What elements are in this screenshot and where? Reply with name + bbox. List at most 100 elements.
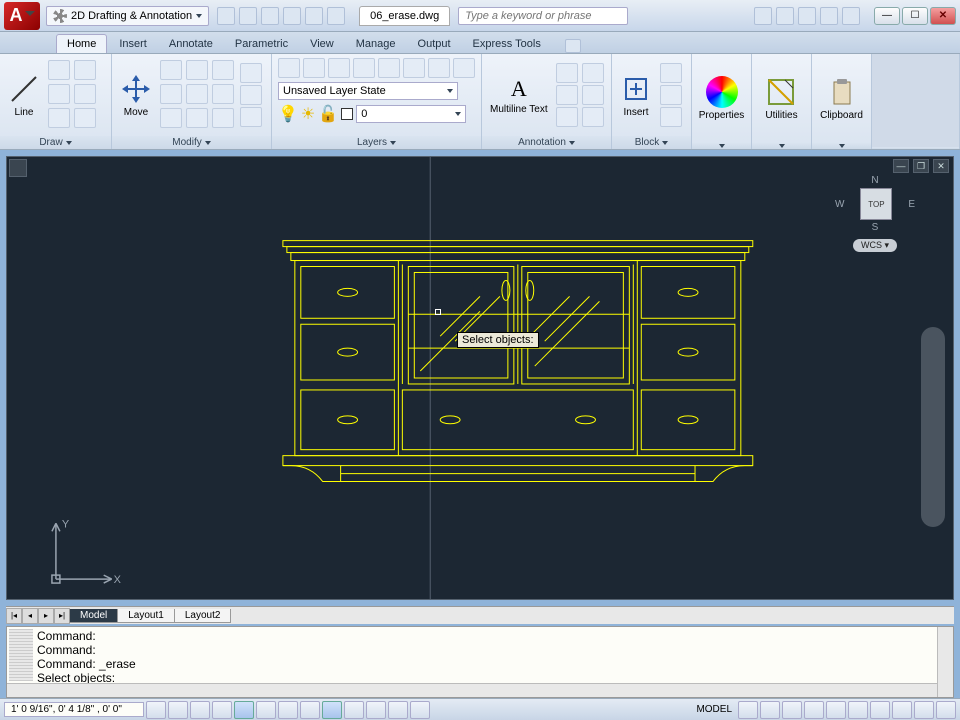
mirror-icon[interactable] <box>160 84 182 104</box>
comm-icon[interactable] <box>798 7 816 25</box>
panel-title-layers[interactable]: Layers <box>272 136 481 149</box>
leader-icon[interactable] <box>556 85 578 105</box>
layermatch-icon[interactable] <box>403 58 425 78</box>
favorite-icon[interactable] <box>820 7 838 25</box>
scale-icon[interactable] <box>186 84 208 104</box>
arc-icon[interactable] <box>74 60 96 80</box>
dyn-toggle[interactable] <box>322 701 342 719</box>
panel-title-block[interactable]: Block <box>612 136 691 149</box>
workspace-selector[interactable]: 2D Drafting & Annotation <box>46 6 209 26</box>
annoauto-icon[interactable] <box>826 701 846 719</box>
osnap-toggle[interactable] <box>234 701 254 719</box>
clipboard-button[interactable]: Clipboard <box>816 74 867 123</box>
stretch-icon[interactable] <box>160 108 182 128</box>
layerlock-icon[interactable] <box>353 58 375 78</box>
quickview-layouts-icon[interactable] <box>738 701 758 719</box>
isolate-icon[interactable] <box>914 701 934 719</box>
maximize-button[interactable]: ☐ <box>902 7 928 25</box>
ducs-toggle[interactable] <box>300 701 320 719</box>
key-icon[interactable] <box>776 7 794 25</box>
move-button[interactable]: Move <box>116 71 156 120</box>
sc-toggle[interactable] <box>410 701 430 719</box>
explode-icon[interactable] <box>240 85 262 105</box>
ribbon-tab-express[interactable]: Express Tools <box>463 35 551 53</box>
ribbon-tab-insert[interactable]: Insert <box>109 35 157 53</box>
ribbon-tab-parametric[interactable]: Parametric <box>225 35 298 53</box>
ribbon-tab-manage[interactable]: Manage <box>346 35 406 53</box>
command-window[interactable]: Command: Command: Command: _erase Select… <box>6 626 954 698</box>
otrack-toggle[interactable] <box>278 701 298 719</box>
panel-title-annotation[interactable]: Annotation <box>482 136 611 149</box>
edit-block-icon[interactable] <box>660 85 682 105</box>
ribbon-tab-view[interactable]: View <box>300 35 344 53</box>
line-button[interactable]: Line <box>4 71 44 120</box>
table-icon[interactable] <box>556 107 578 127</box>
trim-icon[interactable] <box>212 60 234 80</box>
sheet-tab-model[interactable]: Model <box>69 609 118 623</box>
qp-toggle[interactable] <box>388 701 408 719</box>
file-tab[interactable]: 06_erase.dwg <box>359 6 450 26</box>
layerfrz-icon[interactable] <box>328 58 350 78</box>
polyline-icon[interactable] <box>48 60 70 80</box>
fillet-icon[interactable] <box>212 84 234 104</box>
hatch-icon[interactable] <box>48 108 70 128</box>
lwt-toggle[interactable] <box>344 701 364 719</box>
polar-toggle[interactable] <box>212 701 232 719</box>
panel-title-clipboard[interactable] <box>812 143 871 149</box>
qat-save-icon[interactable] <box>261 7 279 25</box>
insert-button[interactable]: Insert <box>616 71 656 120</box>
layerprev-icon[interactable] <box>428 58 450 78</box>
dim-style-icon[interactable] <box>582 63 604 83</box>
ortho-toggle[interactable] <box>190 701 210 719</box>
tab-next-button[interactable]: ▸ <box>38 608 54 624</box>
binoculars-icon[interactable] <box>754 7 772 25</box>
annovis-icon[interactable] <box>804 701 824 719</box>
sheet-tab-layout2[interactable]: Layout2 <box>174 609 232 623</box>
cleanscreen-icon[interactable] <box>936 701 956 719</box>
sheet-tab-layout1[interactable]: Layout1 <box>117 609 175 623</box>
help-search-input[interactable] <box>458 7 628 25</box>
panel-title-modify[interactable]: Modify <box>112 136 271 149</box>
coordinate-display[interactable]: 1' 0 9/16", 0' 4 1/8" , 0' 0" <box>4 702 144 717</box>
panel-title-properties[interactable] <box>692 143 751 149</box>
layer-selector[interactable]: 0 <box>356 105 466 123</box>
layeriso-icon[interactable] <box>303 58 325 78</box>
ellipse-icon[interactable] <box>74 108 96 128</box>
tpy-toggle[interactable] <box>366 701 386 719</box>
create-block-icon[interactable] <box>660 63 682 83</box>
leader-style-icon[interactable] <box>582 85 604 105</box>
workspace-switch-icon[interactable] <box>848 701 868 719</box>
tab-prev-button[interactable]: ◂ <box>22 608 38 624</box>
qat-redo-icon[interactable] <box>327 7 345 25</box>
vertical-scrollbar[interactable] <box>937 627 953 697</box>
app-menu-button[interactable]: A <box>4 2 40 30</box>
hardware-accel-icon[interactable] <box>892 701 912 719</box>
tab-first-button[interactable]: |◂ <box>6 608 22 624</box>
utilities-button[interactable]: Utilities <box>761 74 801 123</box>
minimize-button[interactable]: — <box>874 7 900 25</box>
toolbar-lock-icon[interactable] <box>870 701 890 719</box>
quickview-drawings-icon[interactable] <box>760 701 780 719</box>
copy-icon[interactable] <box>160 60 182 80</box>
rotate-icon[interactable] <box>186 60 208 80</box>
dim-linear-icon[interactable] <box>556 63 578 83</box>
space-label[interactable]: MODEL <box>692 704 736 715</box>
qat-new-icon[interactable] <box>217 7 235 25</box>
tab-last-button[interactable]: ▸| <box>54 608 70 624</box>
erase-icon[interactable] <box>240 63 262 83</box>
rectangle-icon[interactable] <box>74 84 96 104</box>
panel-title-utilities[interactable] <box>752 143 811 149</box>
array-icon[interactable] <box>186 108 208 128</box>
layermore-icon[interactable] <box>453 58 475 78</box>
layeroff-icon[interactable] <box>378 58 400 78</box>
attr-icon[interactable] <box>660 107 682 127</box>
annoscale-icon[interactable] <box>782 701 802 719</box>
drawing-area[interactable]: — ❐ ✕ N W TOP E S WCS ▾ <box>6 156 954 600</box>
cmd-drag-handle[interactable] <box>9 629 33 681</box>
help-icon[interactable] <box>842 7 860 25</box>
properties-button[interactable]: Properties <box>695 74 749 123</box>
qat-undo-icon[interactable] <box>305 7 323 25</box>
fillet2-icon[interactable] <box>240 107 262 127</box>
horizontal-scrollbar[interactable] <box>7 683 937 697</box>
close-button[interactable]: ✕ <box>930 7 956 25</box>
